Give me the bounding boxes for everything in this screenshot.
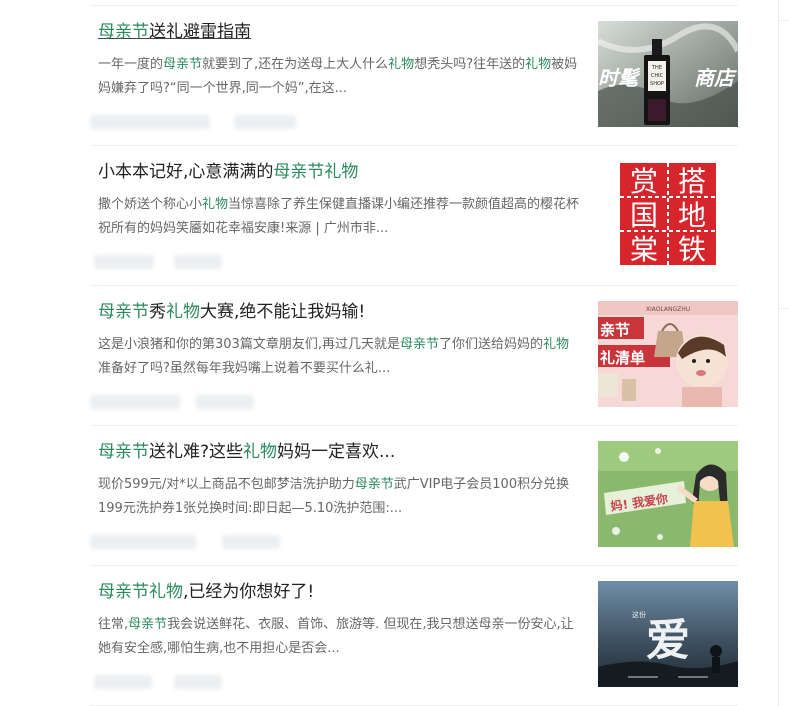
text-segment: 小本本记好,心意满满的 — [98, 162, 274, 182]
svg-text:赏: 赏 — [630, 165, 658, 198]
result-title[interactable]: 母亲节送礼避雷指南 — [98, 21, 588, 43]
keyword-highlight: 礼物 — [243, 442, 278, 462]
result-item-2: 小本本记好,心意满满的母亲节礼物 撒个娇送个称心小礼物当惊喜除了养生保健直播课小… — [90, 146, 738, 286]
svg-text:礼清单: 礼清单 — [600, 349, 645, 367]
keyword-highlight: 母亲节 — [399, 337, 439, 352]
sidebar-divider — [778, 308, 789, 309]
svg-text:时髦: 时髦 — [598, 66, 641, 90]
result-snippet: 一年一度的母亲节就要到了,还在为送母上大人什么礼物想秃头吗?往年送的礼物被妈妈嫌… — [98, 53, 580, 101]
result-title[interactable]: 小本本记好,心意满满的母亲节礼物 — [98, 161, 588, 183]
svg-text:这份: 这份 — [632, 610, 646, 619]
text-segment: 想秃头吗?往年送的 — [414, 57, 526, 72]
text-segment: 我会说送鲜花、衣服、首饰、旅游等. 但现在,我只想送母亲一份安心,让她有安全感,… — [98, 617, 574, 656]
result-snippet: 往常,母亲节我会说送鲜花、衣服、首饰、旅游等. 但现在,我只想送母亲一份安心,让… — [98, 613, 580, 661]
svg-text:棠: 棠 — [630, 233, 658, 266]
bottle-cap — [652, 39, 662, 55]
svg-text:铁: 铁 — [678, 233, 706, 266]
result-thumbnail[interactable]: 赏 搭 国 地 棠 铁 — [598, 161, 738, 267]
svg-text:XIAOLANGZHU: XIAOLANGZHU — [646, 306, 690, 313]
keyword-highlight: 母亲节 — [354, 477, 394, 492]
result-item-4: 母亲节送礼难?这些礼物妈妈一定喜欢... 现价599元/对*以上商品不包邮梦洁洗… — [90, 426, 738, 566]
text-segment: 送礼难?这些 — [149, 442, 244, 462]
sidebar-divider — [778, 20, 789, 21]
result-thumbnail[interactable]: 这份 爱 — [598, 581, 738, 687]
text-segment: 送礼避雷指南 — [149, 22, 251, 42]
result-thumbnail[interactable]: THE CHIC SHOP 时髦 商店 — [598, 21, 738, 127]
result-title[interactable]: 母亲节礼物,已经为你想好了! — [98, 581, 588, 603]
text-segment: 准备好了吗?虽然每年我妈嘴上说着不要买什么礼... — [98, 361, 391, 376]
text-segment: 撒个娇送个称心小 — [98, 197, 203, 212]
text-segment: 大赛,绝不能让我妈输! — [200, 302, 366, 322]
keyword-highlight: 母亲节 — [98, 442, 149, 462]
result-source-blurred — [90, 115, 210, 129]
svg-text:爱: 爱 — [646, 615, 690, 666]
result-title[interactable]: 母亲节送礼难?这些礼物妈妈一定喜欢... — [98, 441, 588, 463]
text-segment: 往常, — [98, 617, 129, 632]
keyword-highlight: 母亲节 — [128, 617, 168, 632]
keyword-highlight: 母亲节礼物 — [98, 582, 183, 602]
result-source-blurred — [94, 255, 154, 269]
keyword-highlight: 母亲节 — [98, 302, 149, 322]
text-segment: 现价599元/对*以上商品不包邮梦洁洗护助力 — [98, 477, 355, 492]
result-date-blurred — [174, 255, 222, 269]
result-thumbnail[interactable]: 妈! 我爱你 — [598, 441, 738, 547]
result-snippet: 现价599元/对*以上商品不包邮梦洁洗护助力母亲节武广VIP电子会员100积分兑… — [98, 473, 580, 521]
svg-text:THE: THE — [651, 65, 662, 71]
result-source-blurred — [90, 535, 196, 549]
result-item-5: 母亲节礼物,已经为你想好了! 往常,母亲节我会说送鲜花、衣服、首饰、旅游等. 但… — [90, 566, 738, 706]
keyword-highlight: 母亲节 — [163, 57, 203, 72]
keyword-highlight: 礼物 — [388, 57, 415, 72]
result-snippet: 撒个娇送个称心小礼物当惊喜除了养生保健直播课小编还推荐一款颜值超高的樱花杯祝所有… — [98, 193, 580, 241]
text-segment: ,已经为你想好了! — [183, 582, 315, 602]
result-date-blurred — [174, 675, 222, 689]
result-snippet: 这是小浪猪和你的第303篇文章朋友们,再过几天就是母亲节了你们送给妈妈的礼物准备… — [98, 333, 580, 381]
keyword-highlight: 礼物 — [542, 337, 569, 352]
svg-text:国: 国 — [630, 199, 658, 232]
svg-text:商店: 商店 — [694, 66, 737, 90]
result-item-3: 母亲节秀礼物大赛,绝不能让我妈输! 这是小浪猪和你的第303篇文章朋友们,再过几… — [90, 286, 738, 426]
text-segment: 妈妈一定喜欢... — [277, 442, 396, 462]
svg-text:CHIC: CHIC — [651, 73, 664, 79]
svg-text:亲节: 亲节 — [600, 321, 630, 339]
result-date-blurred — [196, 395, 254, 409]
text-segment: 秀 — [149, 302, 166, 322]
text-segment: 一年一度的 — [98, 57, 164, 72]
result-date-blurred — [222, 535, 280, 549]
keyword-highlight: 礼物 — [202, 197, 229, 212]
text-segment: 就要到了,还在为送母上大人什么 — [202, 57, 389, 72]
svg-text:SHOP: SHOP — [650, 81, 664, 87]
keyword-highlight: 礼 — [525, 57, 539, 72]
svg-text:地: 地 — [678, 199, 706, 232]
text-segment: 了你们送给妈妈的 — [438, 337, 543, 352]
result-source-blurred — [94, 675, 152, 689]
result-thumbnail[interactable]: XIAOLANGZHU 亲节 礼清单 — [598, 301, 738, 407]
result-item-1: 母亲节送礼避雷指南 一年一度的母亲节就要到了,还在为送母上大人什么礼物想秃头吗?… — [90, 6, 738, 146]
svg-text:搭: 搭 — [678, 165, 706, 198]
keyword-highlight: 母亲节礼物 — [273, 162, 359, 182]
result-source-blurred — [90, 395, 180, 409]
sidebar-border — [778, 0, 779, 706]
text-segment: 这是小浪猪和你的第303篇文章朋友们,再过几天就是 — [98, 337, 400, 352]
keyword-highlight: 物 — [538, 57, 552, 72]
keyword-highlight: 母亲节 — [98, 22, 149, 42]
result-date-blurred — [234, 115, 296, 129]
result-title[interactable]: 母亲节秀礼物大赛,绝不能让我妈输! — [98, 301, 588, 323]
keyword-highlight: 礼物 — [166, 302, 200, 322]
